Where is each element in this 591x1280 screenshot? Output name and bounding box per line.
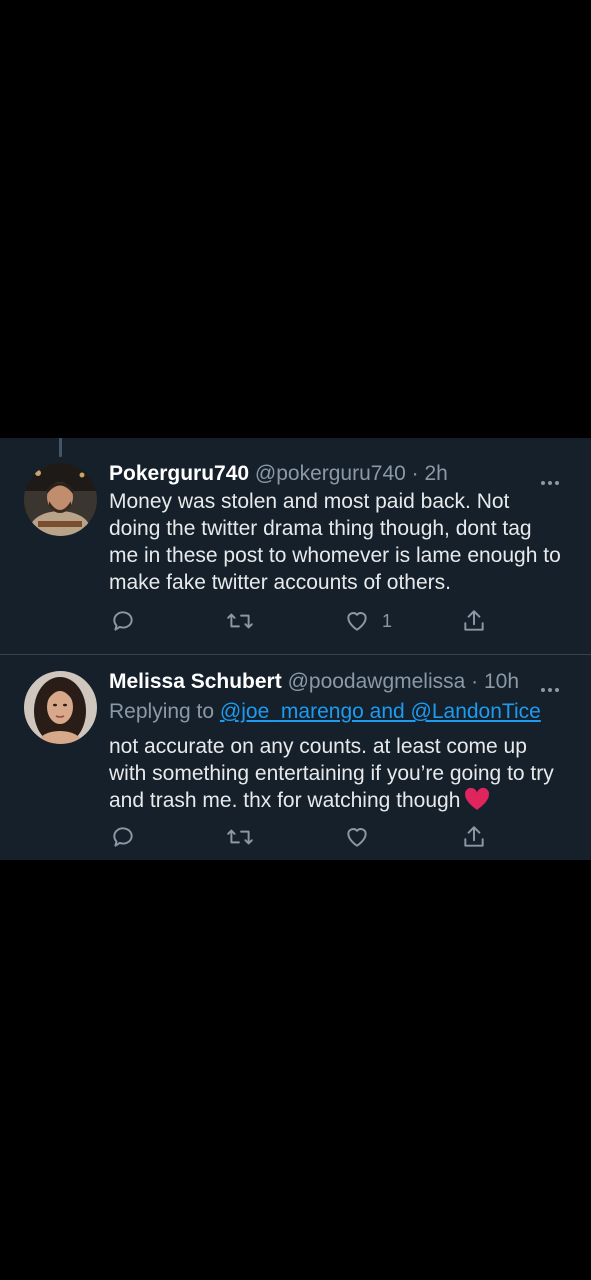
tweet-text: Money was stolen and most paid back. Not…	[109, 488, 579, 596]
tweet-text-line-content: and trash me. thx for watching though	[109, 789, 461, 812]
tweet-text: not accurate on any counts. at least com…	[109, 733, 579, 818]
retweet-icon	[227, 829, 253, 845]
tweet-text-line: Money was stolen and most paid back. Not	[109, 490, 510, 513]
more-icon[interactable]	[541, 679, 563, 692]
tweet-text-line: not accurate on any counts. at least com…	[109, 735, 527, 758]
like-count: 1	[382, 610, 393, 631]
reply-button[interactable]	[110, 606, 136, 636]
tweet-text-line: doing the twitter drama thing though, do…	[109, 517, 532, 540]
share-icon	[464, 826, 484, 847]
retweet-icon	[227, 613, 253, 629]
reply-button[interactable]	[110, 822, 136, 852]
like-button[interactable]	[344, 822, 382, 852]
like-button[interactable]: 1	[344, 606, 392, 636]
handle-and-time[interactable]: @pokerguru740 · 2h	[255, 462, 448, 485]
share-icon	[464, 610, 484, 631]
retweet-button[interactable]	[226, 822, 254, 852]
action-bar: 1	[0, 606, 591, 636]
retweet-button[interactable]	[226, 606, 254, 636]
display-name[interactable]: Melissa Schubert	[109, 670, 282, 693]
tweet-text-line: and trash me. thx for watching though	[109, 787, 579, 818]
tweet-header: Melissa Schubert @poodawgmelissa · 10h	[109, 668, 571, 696]
avatar[interactable]	[24, 671, 97, 744]
avatar[interactable]	[24, 463, 97, 536]
action-bar	[0, 822, 591, 852]
display-name[interactable]: Pokerguru740	[109, 462, 249, 485]
like-icon	[347, 828, 367, 847]
share-button[interactable]	[461, 606, 487, 636]
reply-icon	[113, 827, 133, 847]
like-icon	[347, 612, 367, 631]
more-icon[interactable]	[541, 472, 563, 485]
tweet[interactable]: Pokerguru740 @pokerguru740 · 2h Money wa…	[0, 438, 591, 654]
replying-to-mentions[interactable]: @joe_marengo and @LandonTice	[220, 700, 541, 723]
replying-to-label: Replying to	[109, 700, 220, 723]
share-button[interactable]	[461, 822, 487, 852]
tweet-text-line: me in these post to whomever is lame eno…	[109, 544, 561, 567]
tweet-text-line: with something entertaining if you’re go…	[109, 762, 554, 785]
tweet-header: Pokerguru740 @pokerguru740 · 2h	[109, 460, 571, 488]
reply-icon	[113, 611, 133, 631]
red-heart-emoji-icon	[464, 787, 490, 818]
handle-and-time[interactable]: @poodawgmelissa · 10h	[288, 670, 519, 693]
tweet-text-line: make fake twitter accounts of others.	[109, 571, 451, 594]
tweet-divider	[0, 654, 591, 655]
replying-to: Replying to @joe_marengo and @LandonTice	[109, 698, 541, 726]
